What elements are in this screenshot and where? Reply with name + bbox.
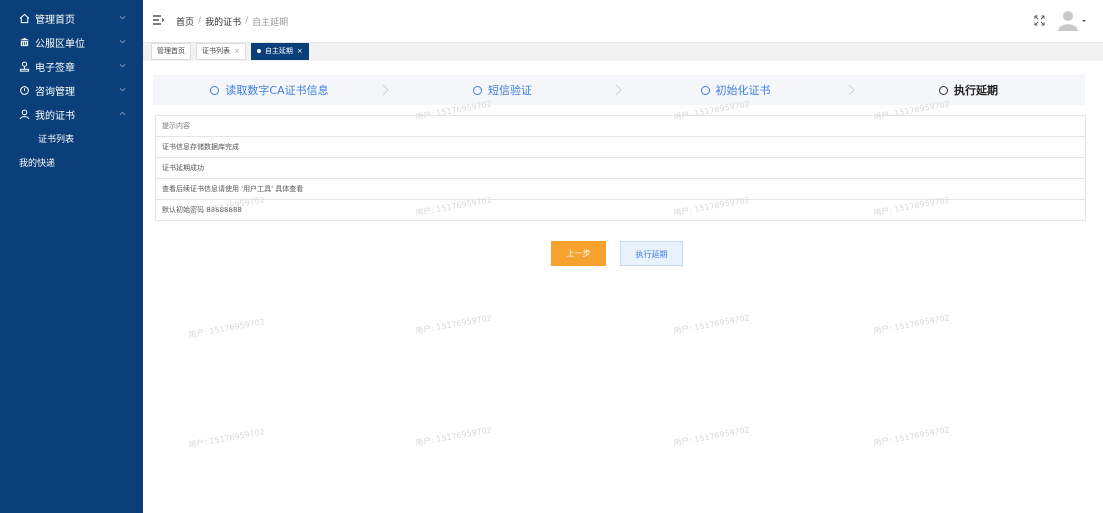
table-header: 提示内容 xyxy=(156,116,1085,137)
home-icon xyxy=(19,13,30,24)
fullscreen-icon[interactable] xyxy=(1034,15,1045,26)
breadcrumb-my-cert[interactable]: 我的证书 xyxy=(205,15,241,28)
step-circle-icon xyxy=(939,85,948,95)
table-row: 证书信息存储数据库完成 xyxy=(156,137,1085,158)
chevron-down-icon xyxy=(119,62,126,69)
chat-icon xyxy=(19,85,30,96)
chevron-down-icon xyxy=(119,86,126,93)
step-circle-icon xyxy=(473,85,482,95)
step-label: 短信验证 xyxy=(488,84,532,97)
sidebar-item-home[interactable]: 管理首页 xyxy=(0,6,143,30)
active-dot-icon xyxy=(256,49,261,53)
chevron-down-icon xyxy=(119,14,126,21)
watermark: 用户: 15176959702 xyxy=(872,313,951,336)
tab-label: 自主延期 xyxy=(264,46,293,55)
breadcrumb: 首页 / 我的证书 / 自主延期 xyxy=(176,14,288,28)
person-icon xyxy=(19,109,30,120)
avatar[interactable] xyxy=(1057,9,1079,31)
top-header: 首页 / 我的证书 / 自主延期 xyxy=(143,0,1103,43)
sidebar-item-label: 咨询管理 xyxy=(35,86,75,98)
dropdown-caret-icon[interactable] xyxy=(1082,19,1086,23)
watermark: 用户: 15176959702 xyxy=(672,425,751,448)
info-table: 提示内容 证书信息存储数据库完成 证书延期成功 查看后续证书信息请使用 '用户工… xyxy=(155,115,1086,221)
action-buttons: 上一步 执行延期 xyxy=(551,241,683,266)
sidebar-item-esign[interactable]: 电子签章 xyxy=(0,54,143,78)
step-indicator: 读取数字CA证书信息 短信验证 初始化证书 执行延期 xyxy=(153,75,1085,105)
watermark: 用户: 15176959702 xyxy=(187,317,266,340)
tab-cert-list[interactable]: 证书列表 × xyxy=(196,42,246,60)
sidebar-item-label: 我的证书 xyxy=(35,110,75,122)
chevron-down-icon xyxy=(119,38,126,45)
step-label: 读取数字CA证书信息 xyxy=(225,84,329,97)
sidebar-item-label: 电子签章 xyxy=(35,62,75,74)
menu-toggle-icon[interactable] xyxy=(152,14,164,26)
tab-label: 管理首页 xyxy=(157,46,185,55)
sidebar-item-label: 公服区单位 xyxy=(35,38,85,50)
watermark: 用户: 15176959702 xyxy=(872,425,951,448)
sidebar-item-label: 管理首页 xyxy=(35,14,75,26)
tab-bar: 管理首页 证书列表 × 自主延期 × xyxy=(151,42,314,60)
table-row: 证书延期成功 xyxy=(156,158,1085,179)
tab-admin-home[interactable]: 管理首页 xyxy=(151,42,191,60)
breadcrumb-separator: / xyxy=(198,16,202,26)
prev-step-button[interactable]: 上一步 xyxy=(551,241,606,266)
tab-self-extend[interactable]: 自主延期 × xyxy=(250,42,309,60)
step-label: 执行延期 xyxy=(954,84,998,97)
watermark: 用户: 15176959702 xyxy=(187,427,266,450)
step-read-ca: 读取数字CA证书信息 xyxy=(153,75,389,105)
main-content: 读取数字CA证书信息 短信验证 初始化证书 执行延期 提示内容 证书信息存储数据… xyxy=(143,61,1103,513)
close-icon[interactable]: × xyxy=(234,44,240,59)
watermark: 用户: 15176959702 xyxy=(414,425,493,448)
close-icon[interactable]: × xyxy=(297,44,303,59)
breadcrumb-home[interactable]: 首页 xyxy=(176,15,194,28)
breadcrumb-current: 自主延期 xyxy=(252,17,289,28)
sidebar-item-units[interactable]: 公服区单位 xyxy=(0,30,143,54)
step-circle-icon xyxy=(700,85,710,95)
execute-extend-button[interactable]: 执行延期 xyxy=(620,241,683,266)
step-sms-verify: 短信验证 xyxy=(386,75,622,105)
breadcrumb-separator: / xyxy=(245,16,249,26)
sidebar-item-express[interactable]: 我的快递 xyxy=(0,150,143,174)
sidebar-item-cert-list[interactable]: 证书列表 xyxy=(0,126,143,150)
user-stamp-icon xyxy=(19,61,30,72)
step-execute-extend: 执行延期 xyxy=(852,75,1085,105)
table-row: 查看后续证书信息请使用 '用户工具' 具体查看 xyxy=(156,179,1085,200)
sidebar: 管理首页 公服区单位 电子签章 咨询管理 我的证书 证书列表 我的快递 xyxy=(0,0,143,513)
watermark: 用户: 15176959702 xyxy=(672,313,751,336)
tab-label: 证书列表 xyxy=(202,46,230,55)
step-circle-icon xyxy=(210,85,220,95)
sidebar-item-label: 证书列表 xyxy=(38,134,75,145)
sidebar-item-my-cert[interactable]: 我的证书 xyxy=(0,102,143,126)
sidebar-item-label: 我的快递 xyxy=(19,158,56,169)
chevron-up-icon xyxy=(119,110,126,117)
sidebar-item-consult[interactable]: 咨询管理 xyxy=(0,78,143,102)
step-label: 初始化证书 xyxy=(715,84,771,97)
table-row: 默认初始密码 88888888 xyxy=(156,200,1085,221)
step-init-cert: 初始化证书 xyxy=(619,75,855,105)
watermark: 用户: 15176959702 xyxy=(414,313,493,336)
building-icon xyxy=(19,37,30,48)
